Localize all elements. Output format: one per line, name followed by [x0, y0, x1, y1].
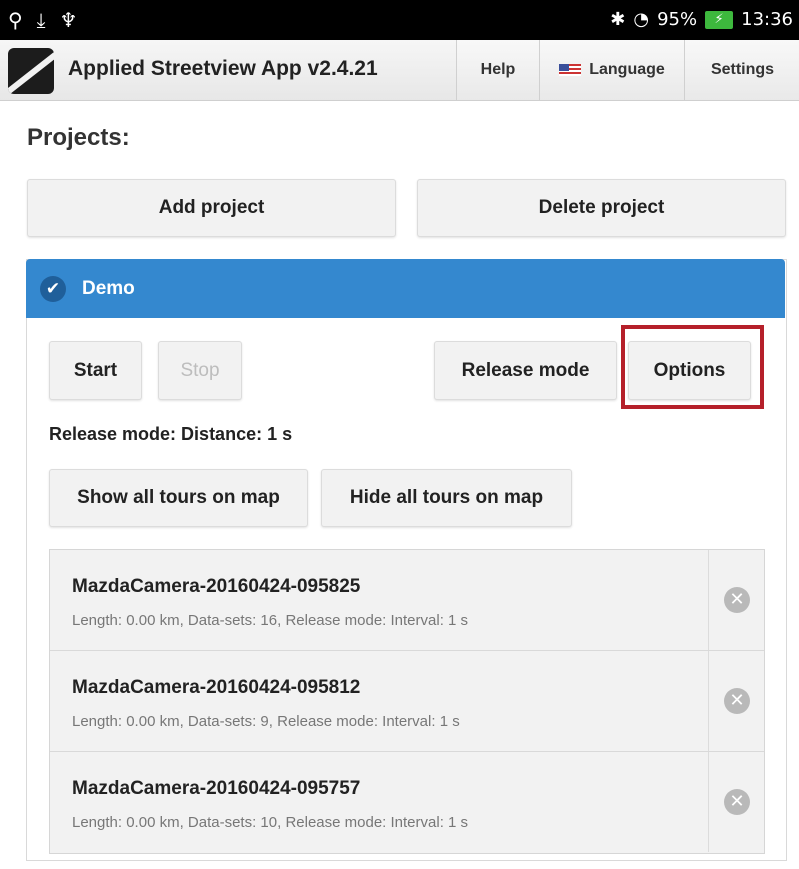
bluetooth-icon: ✱	[610, 9, 626, 30]
tour-title: MazdaCamera-20160424-095825	[72, 576, 361, 597]
tour-meta: Length: 0.00 km, Data-sets: 10, Release …	[72, 814, 469, 831]
close-circle-icon: ✕	[724, 587, 750, 613]
tour-item-main[interactable]: MazdaCamera-20160424-095812 Length: 0.00…	[50, 651, 708, 751]
status-left-icons: ⚲ ⤓ ♆	[8, 8, 77, 32]
settings-button[interactable]: Settings	[684, 40, 799, 100]
usb-icon: ♆	[59, 8, 78, 32]
hide-all-tours-button[interactable]: Hide all tours on map	[321, 469, 572, 527]
release-mode-button[interactable]: Release mode	[434, 341, 617, 400]
remove-tour-button[interactable]: ✕	[708, 651, 765, 751]
add-project-button[interactable]: Add project	[27, 179, 396, 237]
remove-tour-button[interactable]: ✕	[708, 752, 765, 852]
release-mode-status: Release mode: Distance: 1 s	[49, 424, 293, 444]
language-label: Language	[589, 61, 665, 78]
project-name: Demo	[82, 278, 135, 299]
status-bar: ⚲ ⤓ ♆ ✱ ◔ 95% ⚡ 13:36	[0, 0, 799, 40]
help-label: Help	[480, 61, 516, 78]
list-item[interactable]: MazdaCamera-20160424-095757 Length: 0.00…	[50, 752, 764, 852]
status-right: ✱ ◔ 95% ⚡ 13:36	[610, 9, 793, 30]
delete-project-button[interactable]: Delete project	[417, 179, 786, 237]
tour-meta: Length: 0.00 km, Data-sets: 9, Release m…	[72, 713, 460, 730]
options-highlight-box	[621, 325, 764, 409]
battery-icon: ⚡	[705, 10, 734, 29]
help-button[interactable]: Help	[456, 40, 539, 100]
settings-label: Settings	[710, 61, 775, 78]
checkmark-icon: ✔	[40, 276, 66, 302]
app-logo-icon	[8, 48, 54, 94]
remove-tour-button[interactable]: ✕	[708, 550, 765, 650]
tour-item-main[interactable]: MazdaCamera-20160424-095757 Length: 0.00…	[50, 752, 708, 852]
app-header: Applied Streetview App v2.4.21 Help Lang…	[0, 40, 799, 101]
close-circle-icon: ✕	[724, 789, 750, 815]
us-flag-icon	[559, 64, 582, 76]
battery-percent: 95%	[657, 9, 698, 30]
projects-heading: Projects:	[27, 124, 130, 151]
close-circle-icon: ✕	[724, 688, 750, 714]
start-button[interactable]: Start	[49, 341, 142, 400]
stop-button[interactable]: Stop	[158, 341, 242, 400]
tour-item-main[interactable]: MazdaCamera-20160424-095825 Length: 0.00…	[50, 550, 708, 650]
tour-title: MazdaCamera-20160424-095812	[72, 677, 361, 698]
language-button[interactable]: Language	[539, 40, 684, 100]
tour-meta: Length: 0.00 km, Data-sets: 16, Release …	[72, 612, 469, 629]
app-title: Applied Streetview App v2.4.21	[68, 57, 378, 80]
clock: 13:36	[741, 9, 793, 30]
list-item[interactable]: MazdaCamera-20160424-095825 Length: 0.00…	[50, 550, 764, 651]
tour-title: MazdaCamera-20160424-095757	[72, 778, 361, 799]
project-header[interactable]: ✔ Demo	[26, 259, 785, 318]
location-pin-icon: ⚲	[8, 8, 23, 32]
download-icon: ⤓	[36, 8, 46, 32]
show-all-tours-button[interactable]: Show all tours on map	[49, 469, 308, 527]
tour-list: MazdaCamera-20160424-095825 Length: 0.00…	[49, 549, 765, 854]
list-item[interactable]: MazdaCamera-20160424-095812 Length: 0.00…	[50, 651, 764, 752]
wifi-icon: ◔	[633, 9, 650, 30]
